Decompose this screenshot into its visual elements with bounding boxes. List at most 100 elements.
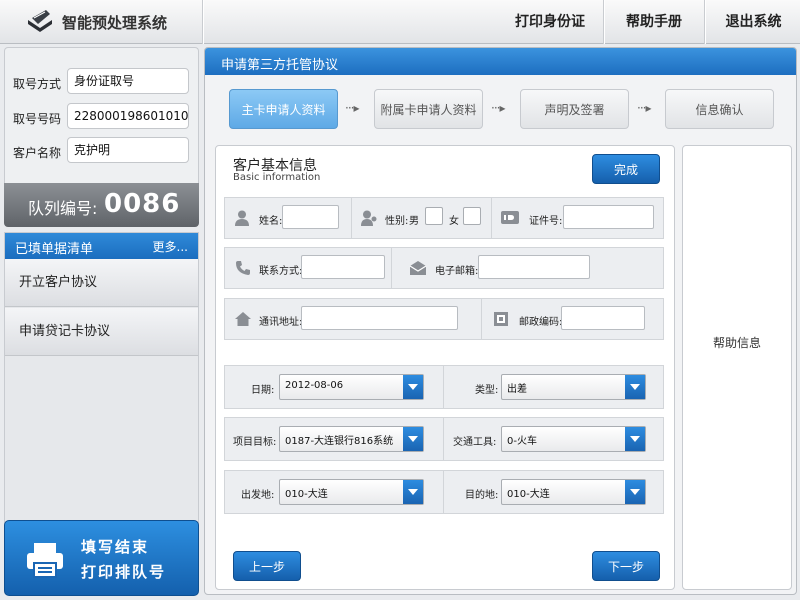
gender-label: 性别: (385, 216, 409, 227)
chevron-down-icon (403, 375, 423, 399)
female-label: 女 (449, 216, 459, 227)
transport-value: 0-火车 (507, 436, 537, 447)
project-label: 项目目标: (233, 437, 277, 448)
phone-label: 联系方式: (259, 266, 303, 277)
to-label: 目的地: (465, 490, 499, 501)
zip-label: 邮政编码: (519, 317, 563, 328)
step-arrow-icon: ···▸ (491, 101, 506, 115)
step-secondary-applicant[interactable]: 附属卡申请人资料 (374, 89, 483, 129)
chevron-down-icon (403, 427, 423, 451)
print-queue-button[interactable]: 填写结束 打印排队号 (4, 520, 199, 596)
help-panel: 帮助信息 (682, 145, 792, 590)
transport-label: 交通工具: (453, 437, 497, 448)
divider (491, 198, 492, 238)
prev-button[interactable]: 上一步 (233, 551, 301, 581)
name-input[interactable] (282, 205, 339, 229)
stamp-icon (494, 312, 508, 326)
customer-info-card: 客户基本信息 Basic information 完成 姓名: 性别: 男 女 (215, 145, 675, 590)
to-value: 010-大连 (507, 489, 550, 500)
address-input[interactable] (301, 306, 458, 330)
step-confirm[interactable]: 信息确认 (665, 89, 774, 129)
help-manual-button[interactable]: 帮助手册 (606, 0, 702, 44)
number-field[interactable]: 228000198601010099 (67, 103, 189, 129)
person-icon (235, 210, 249, 226)
project-transport-row: 项目目标: 0187-大连银行816系统 交通工具: 0-火车 (224, 417, 664, 461)
top-divider (704, 0, 706, 44)
filled-forms-title: 已填单据清单 (15, 242, 94, 257)
chevron-down-icon (403, 480, 423, 504)
type-label: 类型: (475, 385, 499, 396)
print-id-button[interactable]: 打印身份证 (500, 0, 600, 44)
filled-forms-panel: 已填单据清单 更多... 开立客户协议 申请贷记卡协议 (4, 232, 199, 556)
card-subtitle: Basic information (233, 172, 321, 183)
female-checkbox[interactable] (463, 207, 481, 225)
transport-select[interactable]: 0-火车 (501, 426, 646, 452)
name-label: 姓名: (259, 216, 283, 227)
divider (443, 366, 444, 408)
customer-name-field[interactable]: 克护明 (67, 137, 189, 163)
help-text: 帮助信息 (712, 336, 761, 350)
step-arrow-icon: ···▸ (345, 101, 360, 115)
phone-input[interactable] (301, 255, 385, 279)
from-value: 010-大连 (285, 489, 328, 500)
project-select[interactable]: 0187-大连银行816系统 (279, 426, 424, 452)
address-row: 通讯地址: 邮政编码: (224, 298, 664, 340)
print-button-line1: 填写结束 (81, 538, 150, 556)
divider (391, 248, 392, 288)
to-select[interactable]: 010-大连 (501, 479, 646, 505)
queue-number-bar: 队列编号: 0086 (4, 183, 199, 227)
male-checkbox[interactable] (425, 207, 443, 225)
route-row: 出发地: 010-大连 目的地: 010-大连 (224, 470, 664, 514)
queue-number: 0086 (104, 189, 181, 219)
number-label: 取号号码 (13, 112, 62, 126)
home-icon (235, 312, 251, 326)
zip-input[interactable] (561, 306, 645, 330)
exit-system-button[interactable]: 退出系统 (707, 0, 800, 44)
address-label: 通讯地址: (259, 317, 303, 328)
id-number-input[interactable] (563, 205, 654, 229)
app-title: 智能预处理系统 (62, 14, 168, 32)
chevron-down-icon (625, 375, 645, 399)
chevron-down-icon (625, 480, 645, 504)
email-input[interactable] (478, 255, 590, 279)
date-value: 2012-08-06 (285, 380, 344, 391)
queue-form: 取号方式 身份证取号 取号号码 228000198601010099 客户名称 … (4, 47, 199, 183)
step-primary-applicant[interactable]: 主卡申请人资料 (229, 89, 338, 129)
list-item[interactable]: 开立客户协议 (5, 259, 198, 307)
next-button[interactable]: 下一步 (592, 551, 660, 581)
method-label: 取号方式 (13, 77, 62, 91)
email-icon (409, 261, 427, 275)
phone-icon (236, 261, 250, 275)
page-title: 申请第三方托管协议 (221, 58, 339, 73)
date-select[interactable]: 2012-08-06 (279, 374, 424, 400)
id-card-icon (501, 211, 519, 224)
divider (481, 299, 482, 339)
from-select[interactable]: 010-大连 (279, 479, 424, 505)
date-type-row: 日期: 2012-08-06 类型: 出差 (224, 365, 664, 409)
date-label: 日期: (251, 385, 275, 396)
list-item[interactable]: 申请贷记卡协议 (5, 308, 198, 356)
more-link[interactable]: 更多... (153, 238, 188, 255)
divider (443, 418, 444, 460)
identity-row: 姓名: 性别: 男 女 证件号: (224, 197, 664, 239)
print-button-line2: 打印排队号 (81, 563, 167, 581)
divider (351, 198, 352, 238)
type-select[interactable]: 出差 (501, 374, 646, 400)
from-label: 出发地: (241, 490, 275, 501)
method-field[interactable]: 身份证取号 (67, 68, 189, 94)
step-declaration[interactable]: 声明及签署 (520, 89, 629, 129)
main-header: 申请第三方托管协议 (205, 48, 796, 75)
name-label: 客户名称 (13, 146, 62, 160)
contact-row: 联系方式: 电子邮箱: (224, 247, 664, 289)
filled-forms-header: 已填单据清单 更多... (5, 233, 198, 259)
gender-icon (361, 210, 377, 226)
email-label: 电子邮箱: (435, 266, 479, 277)
queue-label: 队列编号: (28, 199, 98, 218)
chevron-down-icon (625, 427, 645, 451)
main-panel: 申请第三方托管协议 主卡申请人资料 ···▸ 附属卡申请人资料 ···▸ 声明及… (204, 47, 797, 595)
top-bar: 智能预处理系统 打印身份证 帮助手册 退出系统 (0, 0, 800, 44)
top-divider (202, 0, 204, 44)
done-button[interactable]: 完成 (592, 154, 660, 184)
step-arrow-icon: ···▸ (637, 101, 652, 115)
left-panel: 取号方式 身份证取号 取号号码 228000198601010099 客户名称 … (4, 47, 199, 596)
